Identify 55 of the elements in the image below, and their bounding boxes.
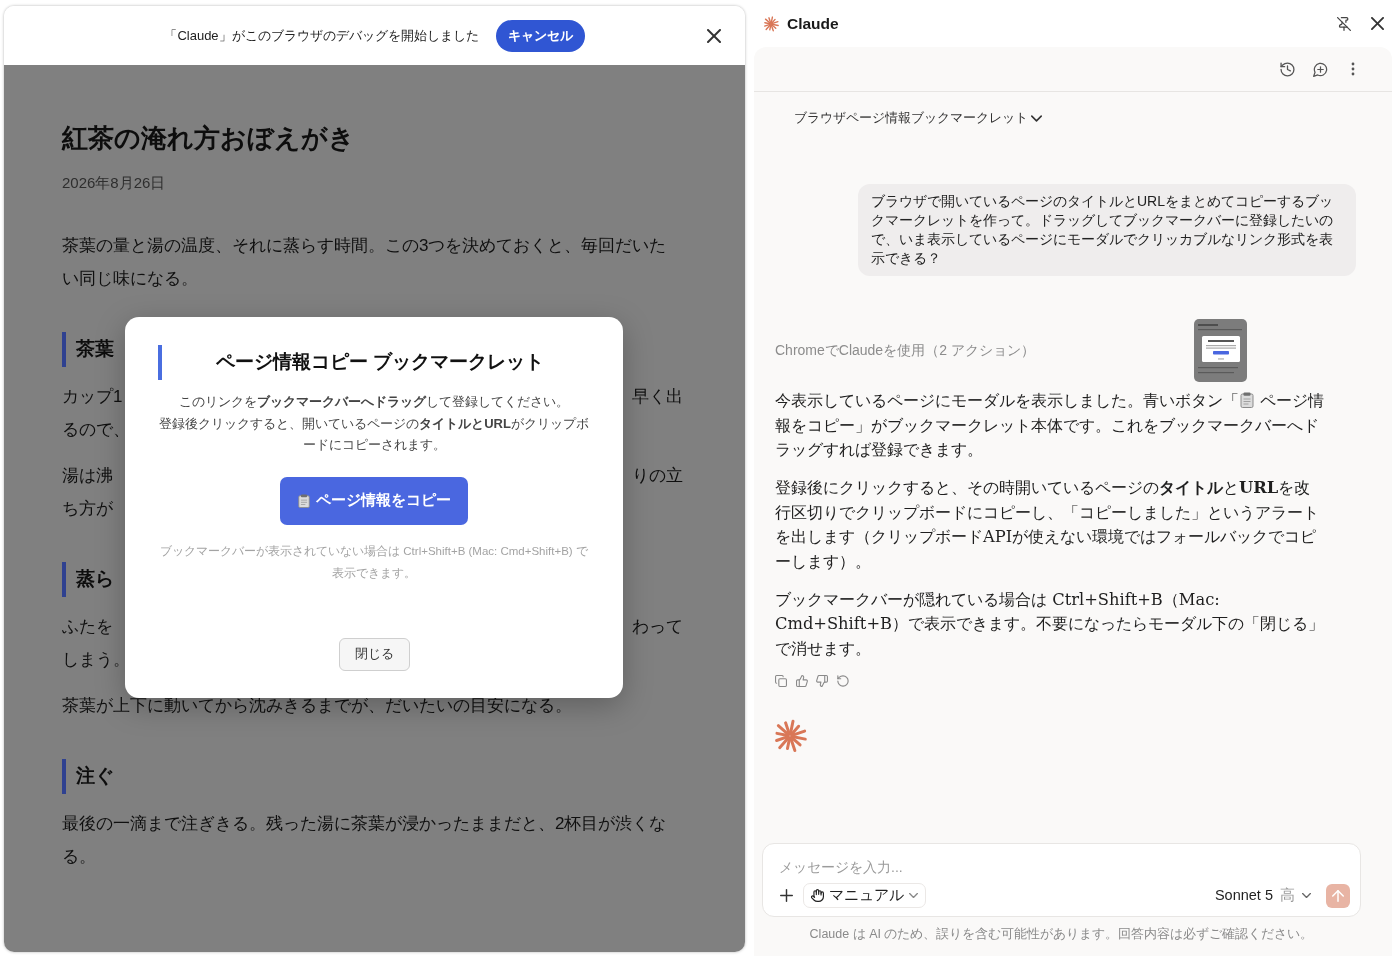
paragraph-fragment: カップ1 <box>62 385 123 408</box>
page-thumbnail-drawing <box>1194 319 1247 382</box>
close-icon[interactable] <box>707 28 721 43</box>
plus-icon[interactable] <box>780 889 793 902</box>
retry-icon[interactable] <box>836 674 849 687</box>
chevron-down-icon <box>1302 891 1311 900</box>
section-heading: 蒸ら <box>62 562 116 597</box>
paragraph-fragment: しまう。 <box>62 648 130 671</box>
paragraph-fragment: るので、 <box>62 418 130 441</box>
section-heading: 注ぐ <box>62 759 116 794</box>
article-paragraph: 最後の一滴まで注ぎきる。残った湯に茶葉が浸かったままだと、2杯目が渋くなる。 <box>62 813 668 868</box>
crossed-pin-icon[interactable] <box>1337 16 1351 31</box>
assistant-paragraph: 登録後にクリックすると、その時開いているページのタイトルとURLを改行区切りでクリップボードにコピーし、「コピーしました」というアラートを出します（クリップボードAPIが使えない環境ではフォールバックでコピーします）。 <box>775 477 1320 573</box>
hand-icon <box>811 889 824 902</box>
close-icon[interactable] <box>1371 17 1384 30</box>
starburst-icon <box>763 15 779 32</box>
debug-message: 「Claude」がこのブラウザのデバッグを開始しました <box>164 26 479 45</box>
assistant-paragraph: ブックマークバーが隠れている場合は Ctrl+Shift+B（Mac: Cmd+Shift+B）で表示できます。不要になったらモーダル下の「閉じる」で消せます。 <box>775 588 1325 660</box>
modal-close-button[interactable]: 閉じる <box>338 637 410 671</box>
chevron-down-icon <box>909 891 918 900</box>
paragraph-fragment: ち方が <box>62 497 113 520</box>
article-title: 紅茶の淹れ方おぼえがき <box>62 122 355 155</box>
paragraph-fragment: わって <box>632 615 683 638</box>
disclaimer-text: Claude は AI のため、誤りを含む可能性があります。回答内容は必ずご確認ください。 <box>808 926 1315 943</box>
clipboard-icon <box>297 493 311 508</box>
chevron-down-icon <box>1031 112 1042 124</box>
modal-note: ブックマークバーが表示されていない場合は Ctrl+Shift+B (Mac: Cmd+Shift+B) で表示できます。 <box>159 543 589 581</box>
article-paragraph: 茶葉の量と湯の温度、それに蒸らす時間。この3つを決めておくと、毎回だいたい同じ味になる。 <box>62 235 668 290</box>
copy-icon[interactable] <box>775 674 787 687</box>
thumbs-up-icon[interactable] <box>795 674 808 687</box>
section-heading: 茶葉 <box>62 332 116 367</box>
assistant-paragraph: 今表示しているページにモーダルを表示しました。青いボタン「 ページ情報をコピー」がブックマークレット本体です。これをブックマークバーへドラッグすれば登録できます。 <box>775 390 1325 461</box>
cancel-button[interactable]: キャンセル <box>495 19 585 52</box>
thumbs-down-icon[interactable] <box>816 674 828 687</box>
copy-page-info-button[interactable]: ページ情報をコピー <box>280 476 468 525</box>
model-selector[interactable]: Sonnet 5 高 <box>1214 884 1311 907</box>
message-input[interactable]: メッセージを入力... <box>779 857 1344 877</box>
clipboard-icon <box>1239 392 1255 408</box>
modal-title: ページ情報コピー ブックマークレット <box>158 345 590 380</box>
user-message: ブラウザで開いているページのタイトルとURLをまとめてコピーするブックマークレットを作って。ドラッグしてブックマークバーに登録したいので、いま表示しているページにモーダルでクリッカブルなリンク形式を表示できる？ <box>858 184 1356 276</box>
more-icon[interactable] <box>1351 62 1355 76</box>
mode-selector[interactable]: マニュアル <box>803 883 926 908</box>
message-composer[interactable]: メッセージを入力... マニュアル Sonnet 5 高 <box>762 843 1361 917</box>
article-date: 2026年8月26日 <box>62 173 166 193</box>
article-paragraph: 茶葉が上下に動いてから沈みきるまでが、だいたいの目安になる。 <box>62 695 573 717</box>
history-icon[interactable] <box>1280 61 1295 77</box>
paragraph-fragment: りの立 <box>632 464 683 487</box>
paragraph-fragment: 湯は沸 <box>62 464 113 487</box>
paragraph-fragment: ふたを <box>62 615 113 638</box>
paragraph-fragment: 早く出 <box>632 385 683 408</box>
panel-title: Claude <box>787 13 839 34</box>
starburst-icon <box>773 718 807 753</box>
modal-description: このリンクをブックマークバーへドラッグして登録してください。 登録後クリックすると、開いているページのタイトルとURLがクリップボードにコピーされます。 <box>158 393 590 454</box>
chat-title-button[interactable]: ブラウザページ情報ブックマークレット <box>794 109 1042 127</box>
chat-plus-icon[interactable] <box>1313 61 1328 77</box>
